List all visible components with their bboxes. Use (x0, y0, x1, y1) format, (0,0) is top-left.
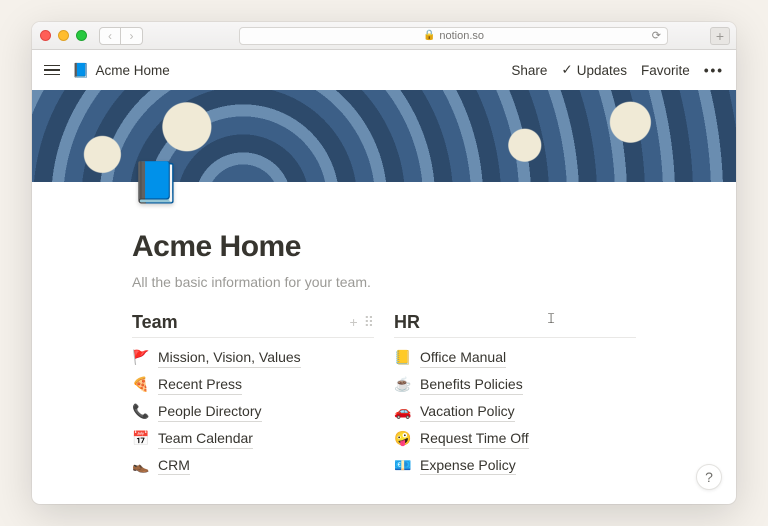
page-link-label: Office Manual (420, 348, 506, 368)
page-link-label: Recent Press (158, 375, 242, 395)
page-link[interactable]: 🤪 Request Time Off (394, 429, 636, 449)
page-content: Acme Home All the basic information for … (32, 182, 736, 495)
page-link-label: Benefits Policies (420, 375, 523, 395)
app-topbar: 📘 Acme Home Share ✓ Updates Favorite ••• (32, 50, 736, 90)
page-link-icon: ☕ (394, 376, 412, 393)
window-traffic-lights (40, 30, 87, 41)
page-link[interactable]: ☕ Benefits Policies (394, 375, 636, 395)
url-bar[interactable]: 🔒 notion.so ⟳ (239, 27, 668, 45)
page-link-label: People Directory (158, 402, 262, 422)
page-icon[interactable]: 📘 (132, 158, 180, 206)
url-host: notion.so (439, 30, 484, 42)
help-button[interactable]: ? (696, 464, 722, 490)
reload-icon[interactable]: ⟳ (652, 29, 661, 42)
breadcrumb-icon: 📘 (72, 62, 89, 79)
link-list: 🚩 Mission, Vision, Values 🍕 Recent Press 📞 Pe… (132, 348, 374, 475)
page-link-icon: 👞 (132, 457, 150, 474)
close-window-button[interactable] (40, 30, 51, 41)
link-list: 📒 Office Manual ☕ Benefits Policies 🚗 Vacatio… (394, 348, 636, 475)
page-link-icon: 🍕 (132, 376, 150, 393)
add-block-button[interactable]: + (350, 314, 358, 331)
page-link-label: Mission, Vision, Values (158, 348, 301, 368)
page-link[interactable]: 🚗 Vacation Policy (394, 402, 636, 422)
zoom-window-button[interactable] (76, 30, 87, 41)
back-button[interactable]: ‹ (99, 27, 121, 45)
column-team: Team + ⠿ 🚩 Mission, Vision, Values 🍕 Recent… (132, 312, 374, 475)
new-tab-button[interactable]: + (710, 27, 730, 45)
page-link-icon: 📅 (132, 430, 150, 447)
page-link[interactable]: 📅 Team Calendar (132, 429, 374, 449)
page-link[interactable]: 📒 Office Manual (394, 348, 636, 368)
minimize-window-button[interactable] (58, 30, 69, 41)
lock-icon: 🔒 (423, 30, 435, 41)
page-link-label: Team Calendar (158, 429, 253, 449)
breadcrumb[interactable]: Acme Home (95, 63, 169, 78)
page-link[interactable]: 📞 People Directory (132, 402, 374, 422)
updates-label: Updates (577, 63, 627, 78)
check-icon: ✓ (561, 62, 572, 78)
page-link[interactable]: 🚩 Mission, Vision, Values (132, 348, 374, 368)
column-header: HR (394, 312, 636, 338)
column-header: Team + ⠿ (132, 312, 374, 338)
page-link-label: Request Time Off (420, 429, 529, 449)
page-link-icon: 🚩 (132, 349, 150, 366)
nav-buttons: ‹ › (99, 27, 143, 45)
page-link-label: Vacation Policy (420, 402, 515, 422)
page-link-icon: 📒 (394, 349, 412, 366)
column-heading[interactable]: Team (132, 312, 350, 333)
more-menu-button[interactable]: ••• (704, 63, 724, 78)
topbar-actions: Share ✓ Updates Favorite ••• (511, 62, 724, 78)
page-link-icon: 🤪 (394, 430, 412, 447)
browser-chrome: ‹ › 🔒 notion.so ⟳ + (32, 22, 736, 50)
browser-window: ‹ › 🔒 notion.so ⟳ + 📘 Acme Home Share ✓ … (32, 22, 736, 504)
share-button[interactable]: Share (511, 63, 547, 78)
page-link[interactable]: 💶 Expense Policy (394, 456, 636, 476)
column-heading[interactable]: HR (394, 312, 636, 333)
column-hr: 𝙸 HR 📒 Office Manual ☕ Benefits Policies 🚗 Va… (394, 312, 636, 475)
page-link-icon: 🚗 (394, 403, 412, 420)
forward-button[interactable]: › (121, 27, 143, 45)
favorite-button[interactable]: Favorite (641, 63, 690, 78)
text-cursor-icon: 𝙸 (546, 310, 556, 327)
page-link-label: CRM (158, 456, 190, 476)
drag-handle-icon[interactable]: ⠿ (364, 314, 374, 331)
page-link-icon: 💶 (394, 457, 412, 474)
page-title[interactable]: Acme Home (132, 230, 636, 264)
page-link-icon: 📞 (132, 403, 150, 420)
page-description[interactable]: All the basic information for your team. (132, 274, 636, 290)
sidebar-toggle-button[interactable] (44, 65, 60, 76)
page-link[interactable]: 🍕 Recent Press (132, 375, 374, 395)
cover-image[interactable]: 📘 (32, 90, 736, 182)
page-link-label: Expense Policy (420, 456, 516, 476)
columns: Team + ⠿ 🚩 Mission, Vision, Values 🍕 Recent… (132, 312, 636, 475)
column-controls: + ⠿ (350, 314, 374, 331)
page-link[interactable]: 👞 CRM (132, 456, 374, 476)
updates-button[interactable]: ✓ Updates (561, 62, 627, 78)
